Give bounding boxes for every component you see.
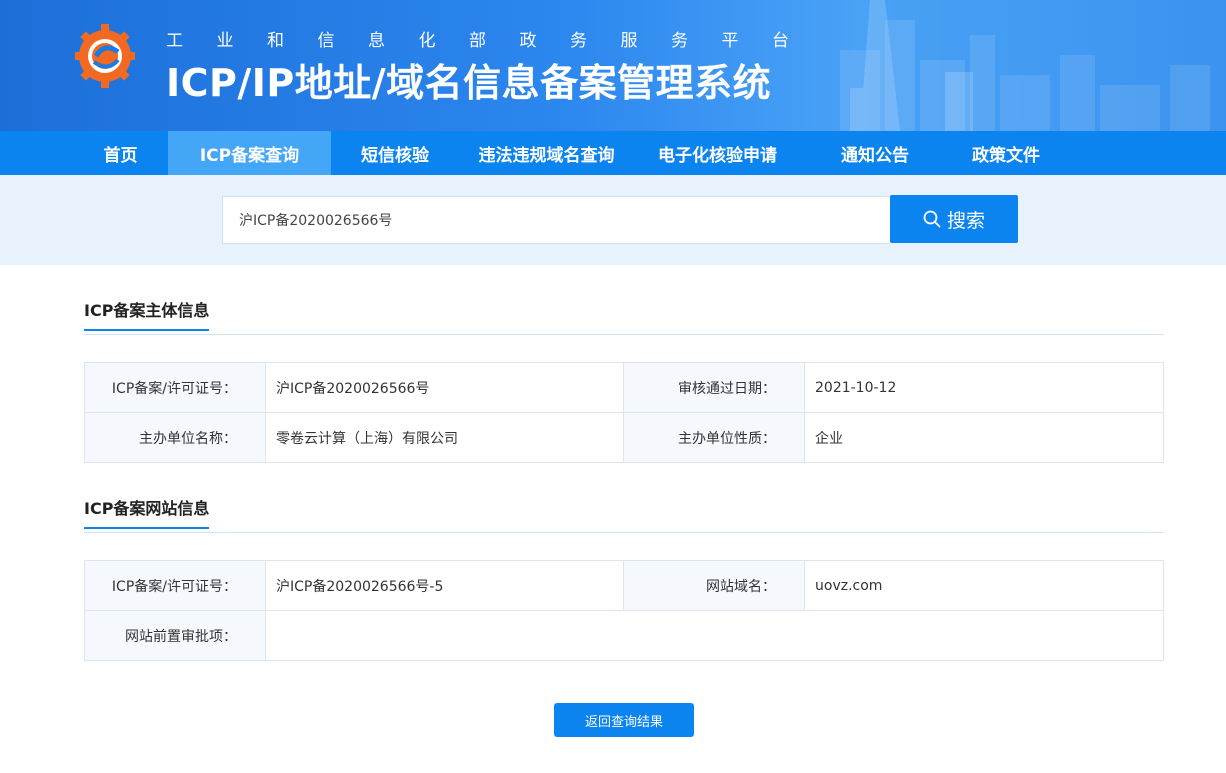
nav-item-icp-query[interactable]: ICP备案查询 — [168, 131, 331, 175]
search-icon — [923, 210, 941, 228]
search-input[interactable] — [222, 196, 891, 244]
license-number-value: 沪ICP备2020026566号 — [265, 362, 624, 413]
table-row: 网站前置审批项： — [84, 610, 1164, 661]
subject-info-section: ICP备案主体信息 ICP备案/许可证号： 沪ICP备2020026566号 审… — [84, 297, 1164, 463]
site-license-number-label: ICP备案/许可证号： — [84, 560, 266, 611]
site-info-section: ICP备案网站信息 ICP备案/许可证号： 沪ICP备2020026566号-5… — [84, 495, 1164, 661]
organizer-type-label: 主办单位性质： — [623, 412, 805, 463]
back-to-results-button[interactable]: 返回查询结果 — [554, 703, 694, 737]
table-row: ICP备案/许可证号： 沪ICP备2020026566号 审核通过日期： 202… — [84, 362, 1164, 413]
site-domain-label: 网站域名： — [623, 560, 805, 611]
platform-subtitle: 工业和信息化部政务服务平台 — [166, 31, 823, 51]
organizer-type-value: 企业 — [804, 412, 1164, 463]
approval-date-value: 2021-10-12 — [804, 362, 1164, 413]
table-row: 主办单位名称： 零卷云计算（上海）有限公司 主办单位性质： 企业 — [84, 412, 1164, 463]
site-info-table: ICP备案/许可证号： 沪ICP备2020026566号-5 网站域名： uov… — [84, 560, 1164, 661]
approval-date-label: 审核通过日期： — [623, 362, 805, 413]
system-title: ICP/IP地址/域名信息备案管理系统 — [166, 61, 772, 105]
nav-item-illegal-domain-query[interactable]: 违法违规域名查询 — [459, 131, 634, 175]
nav-item-sms-verify[interactable]: 短信核验 — [331, 131, 459, 175]
subject-info-table: ICP备案/许可证号： 沪ICP备2020026566号 审核通过日期： 202… — [84, 362, 1164, 463]
organizer-name-value: 零卷云计算（上海）有限公司 — [265, 412, 624, 463]
main-nav: 首页 ICP备案查询 短信核验 违法违规域名查询 电子化核验申请 通知公告 政策… — [0, 131, 1226, 175]
organizer-name-label: 主办单位名称： — [84, 412, 266, 463]
site-license-number-value: 沪ICP备2020026566号-5 — [265, 560, 624, 611]
pre-approval-value — [265, 610, 1164, 661]
pre-approval-label: 网站前置审批项： — [84, 610, 266, 661]
section-header: ICP备案主体信息 — [84, 297, 1164, 335]
header-banner: 工业和信息化部政务服务平台 ICP/IP地址/域名信息备案管理系统 — [0, 0, 1226, 131]
section-header: ICP备案网站信息 — [84, 495, 1164, 533]
nav-item-home[interactable]: 首页 — [73, 131, 168, 175]
miit-logo — [75, 24, 135, 88]
search-area: 搜索 — [0, 175, 1226, 265]
nav-item-electronic-verify[interactable]: 电子化核验申请 — [634, 131, 801, 175]
site-domain-value: uovz.com — [804, 560, 1164, 611]
search-button-label: 搜索 — [946, 209, 985, 232]
license-number-label: ICP备案/许可证号： — [84, 362, 266, 413]
nav-item-notices[interactable]: 通知公告 — [801, 131, 949, 175]
section-title: ICP备案主体信息 — [84, 297, 210, 331]
search-button[interactable]: 搜索 — [890, 195, 1018, 243]
nav-item-policy-documents[interactable]: 政策文件 — [949, 131, 1063, 175]
section-title: ICP备案网站信息 — [84, 495, 210, 529]
table-row: ICP备案/许可证号： 沪ICP备2020026566号-5 网站域名： uov… — [84, 560, 1164, 611]
